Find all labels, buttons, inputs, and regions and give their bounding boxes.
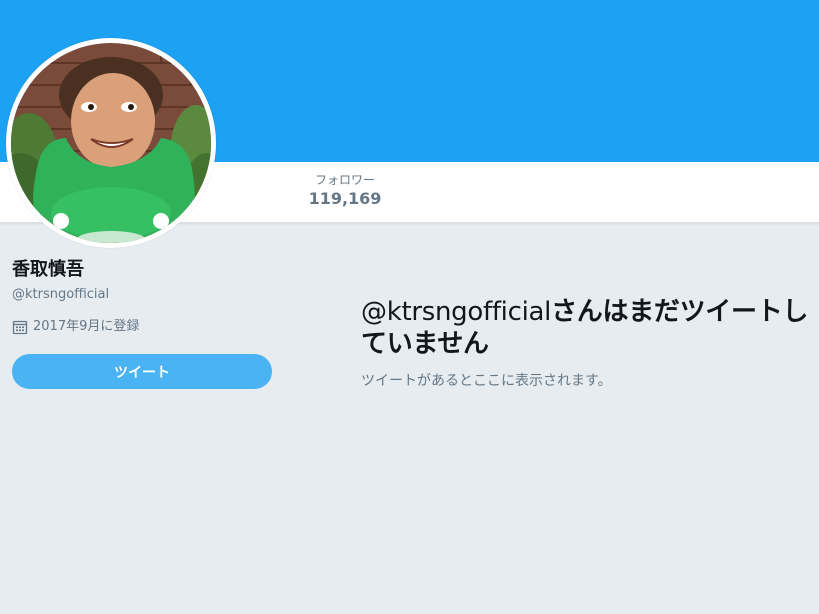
joined-date: 2017年9月に登録 (12, 318, 282, 336)
empty-title: @ktrsngofficialさんはまだツイートしていません (361, 296, 811, 360)
tweet-button[interactable]: ツイート (12, 354, 272, 389)
profile-handle[interactable]: @ktrsngofficial (12, 286, 282, 304)
avatar-frame[interactable] (6, 38, 216, 248)
calendar-icon (12, 320, 28, 335)
followers-stat[interactable]: フォロワー 119,169 (300, 172, 390, 210)
followers-label: フォロワー (314, 173, 375, 187)
avatar-photo-icon (11, 43, 211, 243)
followers-count: 119,169 (308, 189, 382, 208)
joined-text: 2017年9月に登録 (33, 319, 140, 334)
profile-name[interactable]: 香取慎吾 (12, 258, 282, 282)
avatar (11, 43, 211, 243)
profile-card: 香取慎吾 @ktrsngofficial 2017年9月に登録 (12, 258, 282, 336)
empty-timeline: @ktrsngofficialさんはまだツイートしていません ツイートがあるとこ… (361, 296, 811, 391)
empty-subtitle: ツイートがあるとここに表示されます。 (361, 373, 612, 389)
empty-title-handle: @ktrsngofficial (361, 297, 552, 327)
